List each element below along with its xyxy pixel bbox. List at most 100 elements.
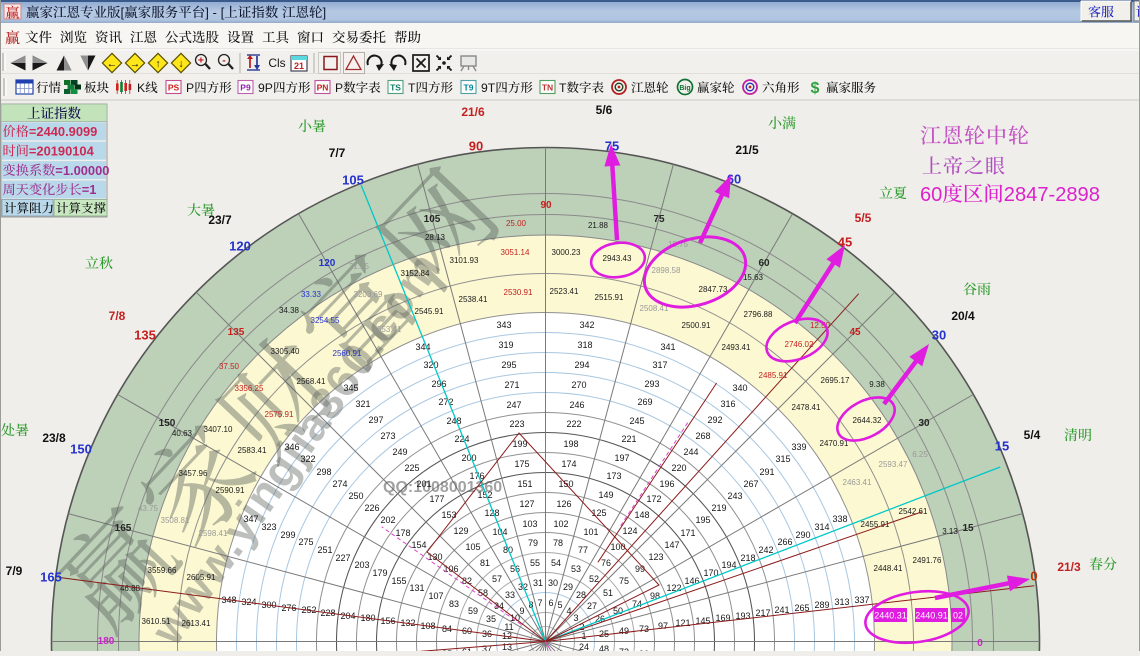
svg-text:90: 90 xyxy=(469,139,483,154)
svg-text:341: 341 xyxy=(660,342,675,352)
svg-text:-: - xyxy=(222,55,226,67)
svg-text:↓: ↓ xyxy=(178,58,183,70)
svg-text:101: 101 xyxy=(583,527,598,537)
svg-text:30: 30 xyxy=(918,418,930,429)
svg-text:24: 24 xyxy=(579,642,589,651)
svg-text:75: 75 xyxy=(653,214,665,225)
svg-text:28.13: 28.13 xyxy=(425,233,446,242)
svg-text:271: 271 xyxy=(504,380,519,390)
svg-text:PN: PN xyxy=(317,83,329,93)
svg-text:2500.91: 2500.91 xyxy=(682,321,711,330)
svg-text:126: 126 xyxy=(556,499,571,509)
svg-text:343: 343 xyxy=(496,320,511,330)
svg-text:200: 200 xyxy=(461,453,476,463)
svg-text:2530.91: 2530.91 xyxy=(504,288,533,297)
svg-text:2545.91: 2545.91 xyxy=(415,307,444,316)
svg-text:35: 35 xyxy=(486,614,496,624)
svg-text:2478.41: 2478.41 xyxy=(792,403,821,412)
svg-text:2568.41: 2568.41 xyxy=(297,377,326,386)
svg-text:21/6: 21/6 xyxy=(461,105,485,119)
svg-text:43.75: 43.75 xyxy=(138,504,159,513)
svg-text:=1.00000: =1.00000 xyxy=(55,163,109,178)
svg-text:3101.93: 3101.93 xyxy=(450,256,479,265)
svg-text:243: 243 xyxy=(727,491,742,501)
svg-text:314: 314 xyxy=(814,522,829,532)
svg-text:77: 77 xyxy=(578,545,588,555)
svg-text:9P: 9P xyxy=(258,81,273,95)
svg-text:131: 131 xyxy=(409,583,424,593)
svg-text:]: ] xyxy=(323,5,327,20)
svg-text:2593.47: 2593.47 xyxy=(879,460,908,469)
svg-text:249: 249 xyxy=(392,447,407,457)
svg-text:2613.41: 2613.41 xyxy=(182,619,211,628)
svg-text:Big: Big xyxy=(679,85,690,92)
svg-text:129: 129 xyxy=(453,526,468,536)
svg-text:→: → xyxy=(130,58,141,70)
svg-text:172: 172 xyxy=(646,494,661,504)
svg-text:197: 197 xyxy=(614,453,629,463)
svg-text:99: 99 xyxy=(635,564,645,574)
svg-text:5/6: 5/6 xyxy=(596,103,613,117)
svg-text:33: 33 xyxy=(505,590,515,600)
svg-text:57: 57 xyxy=(492,574,502,584)
svg-text:37: 37 xyxy=(482,644,492,651)
svg-text:TN: TN xyxy=(542,83,553,93)
svg-text:339: 339 xyxy=(791,442,806,452)
svg-text:3457.96: 3457.96 xyxy=(179,469,208,478)
svg-text:31: 31 xyxy=(533,578,543,588)
svg-text:51: 51 xyxy=(603,588,613,598)
svg-text:TS: TS xyxy=(390,83,401,93)
svg-text:2493.41: 2493.41 xyxy=(722,343,751,352)
svg-text:P: P xyxy=(186,81,194,95)
svg-text:15: 15 xyxy=(962,523,974,534)
svg-text:298: 298 xyxy=(316,467,331,477)
svg-text:196: 196 xyxy=(659,479,674,489)
svg-text:175: 175 xyxy=(514,459,529,469)
svg-text:55: 55 xyxy=(530,558,540,568)
svg-text:] - [: ] - [ xyxy=(205,5,224,20)
svg-text:297: 297 xyxy=(368,415,383,425)
svg-text:15.63: 15.63 xyxy=(743,273,764,282)
svg-text:165: 165 xyxy=(115,523,132,534)
svg-text:3356.25: 3356.25 xyxy=(235,384,264,393)
svg-text:150: 150 xyxy=(70,442,92,457)
svg-text:60: 60 xyxy=(758,258,770,269)
svg-text:3610.51: 3610.51 xyxy=(142,617,171,626)
svg-text:6: 6 xyxy=(548,598,553,608)
svg-text:347: 347 xyxy=(243,514,258,524)
svg-text:5/5: 5/5 xyxy=(855,211,872,225)
svg-text:5/4: 5/4 xyxy=(1024,428,1041,442)
svg-text:2440.91: 2440.91 xyxy=(915,611,948,621)
svg-text:2898.58: 2898.58 xyxy=(652,266,681,275)
svg-text:45: 45 xyxy=(838,235,852,250)
svg-text:120: 120 xyxy=(229,239,251,254)
svg-text:345: 345 xyxy=(343,383,358,393)
svg-text:125: 125 xyxy=(591,508,606,518)
svg-text:0: 0 xyxy=(1030,569,1037,584)
svg-text:K: K xyxy=(137,81,145,95)
svg-text:23/8: 23/8 xyxy=(42,431,66,445)
svg-text:151: 151 xyxy=(517,479,532,489)
svg-text:3152.84: 3152.84 xyxy=(401,269,430,278)
svg-text:↑: ↑ xyxy=(155,58,160,70)
svg-text:72: 72 xyxy=(619,647,629,651)
svg-text:Cls: Cls xyxy=(268,56,285,70)
svg-text:25.00: 25.00 xyxy=(506,219,527,228)
svg-text:59: 59 xyxy=(468,606,478,616)
svg-text:291: 291 xyxy=(759,467,774,477)
svg-text:316: 316 xyxy=(720,399,735,409)
svg-text:317: 317 xyxy=(652,360,667,370)
svg-text:2943.43: 2943.43 xyxy=(603,254,632,263)
svg-text:251: 251 xyxy=(317,545,332,555)
svg-text:02: 02 xyxy=(953,611,963,621)
svg-text:338: 338 xyxy=(832,514,847,524)
svg-text:79: 79 xyxy=(528,538,538,548)
svg-text:2847.73: 2847.73 xyxy=(699,285,728,294)
svg-text:3051.14: 3051.14 xyxy=(501,248,530,257)
svg-text:6.25: 6.25 xyxy=(912,450,928,459)
svg-text:146: 146 xyxy=(684,576,699,586)
svg-text:290: 290 xyxy=(795,530,810,540)
svg-text:153: 153 xyxy=(441,510,456,520)
svg-text:97: 97 xyxy=(658,621,668,631)
svg-text:274: 274 xyxy=(332,479,347,489)
